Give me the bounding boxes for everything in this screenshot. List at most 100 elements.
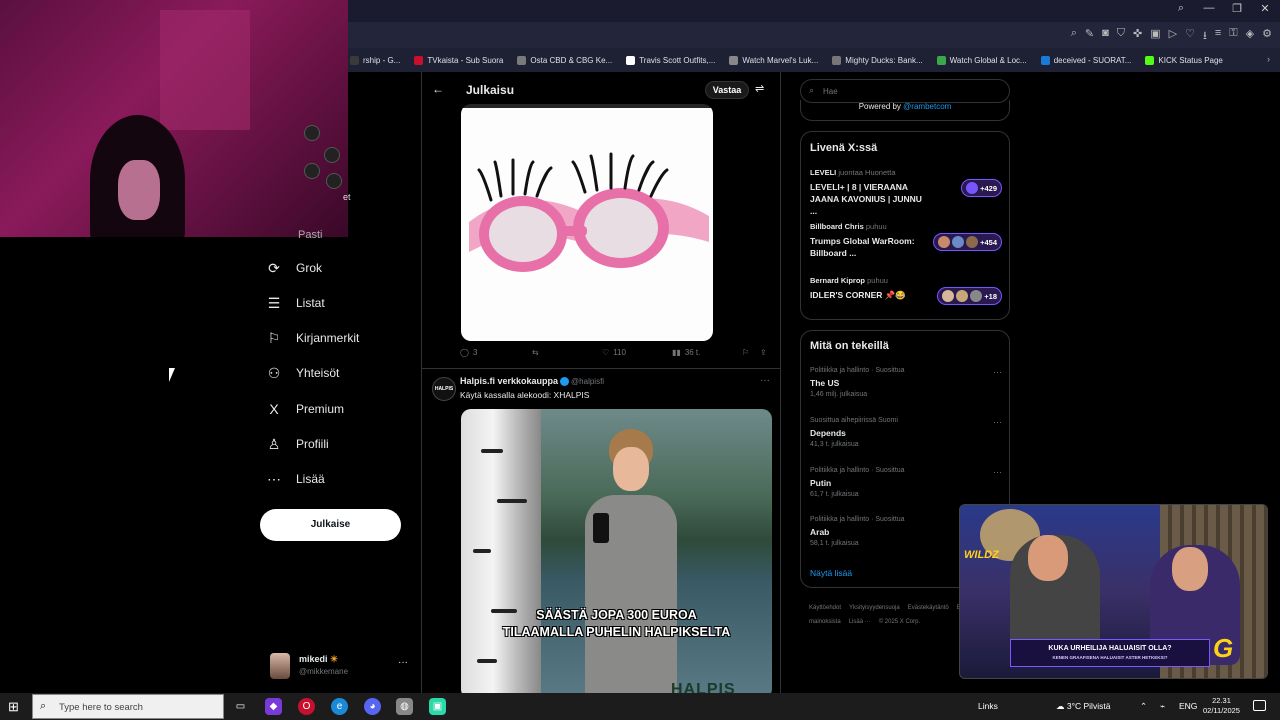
more-icon[interactable]: ··· [398, 657, 408, 668]
more-icon[interactable]: ··· [760, 375, 770, 386]
play-icon[interactable]: ▷ [1169, 27, 1177, 46]
taskbar-search-input[interactable]: ⌕ Type here to search [32, 694, 224, 719]
trend-item[interactable]: Suosittua aihepiirissä Suomi Depends 41,3 … [810, 417, 1002, 457]
menu-icon[interactable]: ≡ [1215, 27, 1221, 46]
chevron-up-icon[interactable]: ⌃ [1140, 701, 1147, 712]
task-view-icon[interactable]: ▭ [232, 698, 249, 715]
copilot-icon[interactable]: ◆ [265, 698, 282, 715]
app-icon[interactable]: ◍ [396, 698, 413, 715]
post-video-ad[interactable]: SÄÄSTÄ JOPA 300 EUROA TILAAMALLA PUHELIN… [461, 409, 772, 693]
language-indicator[interactable]: ENG [1179, 701, 1197, 711]
footer-link[interactable]: Yksityisyydensuoja [849, 605, 900, 611]
bookmark-item[interactable]: TVkaista - Sub Suora [414, 55, 503, 65]
listener-badge: +18 [937, 287, 1002, 305]
bookmark-item[interactable]: Watch Global & Loc... [936, 55, 1027, 65]
person-face [118, 160, 160, 220]
like-action[interactable]: ♡ 110 [602, 348, 626, 357]
restore-button[interactable]: ❐ [1230, 2, 1244, 15]
minimize-button[interactable]: — [1202, 2, 1216, 15]
post-header: ← Julkaisu Vastaa ⇌ [422, 72, 780, 108]
share-action[interactable]: ⇪ [760, 348, 767, 357]
settings-icon[interactable]: ⚙ [1262, 27, 1272, 46]
lock-icon[interactable]: ⚿ [1229, 27, 1237, 46]
footer-link[interactable]: © 2025 X Corp. [879, 619, 920, 625]
toolbar-icons: ⌕ ✎ ◙ ⛉ ✜ ▣ ▷ ♡ ⭳ ≡ ⚿ ◈ ⚙ [1071, 27, 1272, 46]
opera-icon[interactable]: O [298, 698, 315, 715]
repost-action[interactable]: ⇆ [532, 348, 539, 357]
bookmark-item[interactable]: KICK Status Page [1145, 55, 1223, 65]
bookmark-icon: ⚐ [267, 329, 281, 346]
avatar[interactable]: HALPIS [432, 377, 456, 401]
live-space-item[interactable]: LEVELI juontaa Huonetta LEVELI+ | 8 | VIE… [810, 168, 1002, 216]
sidebar-item-lisää[interactable]: ⋯ Lisää [266, 468, 325, 490]
x-logo-icon: X [269, 401, 279, 417]
more-icon[interactable]: ··· [993, 367, 1002, 377]
more-icon[interactable]: ··· [993, 417, 1002, 427]
sidebar-item-label: Profiili [296, 437, 329, 451]
edge-icon[interactable]: e [331, 698, 348, 715]
notification-icon[interactable] [1253, 700, 1266, 711]
edit-icon[interactable]: ✎ [1085, 27, 1094, 46]
sidebar-item-yhteisöt[interactable]: ⚇ Yhteisöt [266, 362, 340, 384]
reply-action[interactable]: ◯ 3 [460, 348, 477, 357]
post-button[interactable]: Julkaise [260, 509, 401, 541]
download-icon[interactable]: ⭳ [1203, 27, 1207, 46]
avatar [942, 290, 955, 302]
bookmark-item[interactable]: Watch Marvel's Luk... [729, 55, 818, 65]
avatar[interactable] [270, 653, 290, 679]
listener-badge: +429 [961, 179, 1002, 197]
views-action[interactable]: ▮▮ 36 t. [672, 348, 700, 357]
back-arrow-icon[interactable]: ← [432, 82, 444, 96]
sidebar-item-profiili[interactable]: ♙ Profiili [266, 433, 329, 455]
bookmark-action[interactable]: ⚐ [742, 348, 749, 357]
extension-icon[interactable]: ✜ [1133, 27, 1142, 46]
bookmark-item[interactable]: Mighty Ducks: Bank... [832, 55, 923, 65]
post-actions: ◯ 3 ⇆ ♡ 110 ▮▮ 36 t. ⚐ ⇪ [460, 348, 770, 362]
chevron-right-icon[interactable]: › [1267, 54, 1270, 64]
reply-button[interactable]: Vastaa [705, 81, 749, 99]
close-button[interactable]: ✕ [1258, 2, 1272, 15]
sidebar-item-kirjanmerkit[interactable]: ⚐ Kirjanmerkit [266, 327, 360, 349]
page-title: Julkaisu [466, 83, 515, 97]
windows-start-icon[interactable]: ⊞ [8, 699, 19, 715]
show-more-link[interactable]: Näytä lisää [810, 568, 852, 578]
app-icon[interactable]: ▣ [429, 698, 446, 715]
favicon-icon [350, 55, 359, 65]
weather-widget[interactable]: ☁ 3°C Pilvistä [1056, 701, 1110, 712]
nav-item-partial[interactable]: Pasti [298, 229, 322, 241]
network-icon[interactable]: ⌁ [1160, 701, 1165, 712]
bookmark-item[interactable]: rship - G... [350, 55, 400, 65]
heart-icon[interactable]: ♡ [1185, 27, 1195, 46]
vpn-icon[interactable]: ◈ [1246, 27, 1254, 46]
post-author[interactable]: Halpis.fi verkkokauppa @halpisfi [460, 376, 604, 387]
bookmark-item[interactable]: deceived - SUORAT... [1040, 55, 1131, 65]
camera-icon[interactable]: ◙ [1102, 27, 1109, 46]
filter-icon[interactable]: ⇌ [755, 82, 764, 95]
footer-link[interactable]: Käyttöehdot [809, 605, 841, 611]
bookmark-item[interactable]: Travis Scott Outfits,... [626, 55, 715, 65]
bookmark-item[interactable]: Osta CBD & CBG Ke... [517, 55, 612, 65]
shelf-items [300, 125, 344, 195]
powered-by-link[interactable]: @rambetcom [903, 102, 951, 111]
live-space-item[interactable]: Bernard Kiprop puhuu IDLER'S CORNER 📌😂 +18 [810, 276, 1002, 316]
sidebar-item-premium[interactable]: X Premium [266, 398, 344, 420]
post-image-goggles[interactable] [461, 104, 713, 341]
more-icon[interactable]: ··· [993, 467, 1002, 477]
sidebar-item-grok[interactable]: ⟳ Grok [266, 257, 322, 279]
trend-item[interactable]: Politiikka ja hallinto · Suosittua Putin 6… [810, 467, 1002, 507]
discord-icon[interactable]: ◕ [364, 698, 381, 715]
trend-item[interactable]: Politiikka ja hallinto · Suosittua The US… [810, 367, 1002, 407]
search-icon[interactable]: ⌕ [1174, 2, 1188, 15]
live-title: LEVELI+ | 8 | VIERAANA JAANA KAVONIUS | … [810, 182, 922, 216]
search-icon[interactable]: ⌕ [1071, 27, 1077, 46]
box-icon[interactable]: ▣ [1150, 27, 1160, 46]
divider [422, 368, 780, 369]
account-switcher[interactable]: mikedi ☀ @mikkemane ··· [270, 651, 412, 681]
shield-icon[interactable]: ⛉ [1117, 27, 1125, 46]
footer-link[interactable]: Lisää ··· [849, 619, 871, 625]
footer-link[interactable]: Evästekäytäntö [908, 605, 949, 611]
sidebar-item-listat[interactable]: ☰ Listat [266, 292, 325, 314]
clock[interactable]: 22.31 02/11/2025 [1203, 696, 1240, 716]
live-space-item[interactable]: Billboard Chris puhuu Trumps Global WarRo… [810, 222, 1002, 262]
links-toolbar[interactable]: Links [978, 701, 998, 711]
